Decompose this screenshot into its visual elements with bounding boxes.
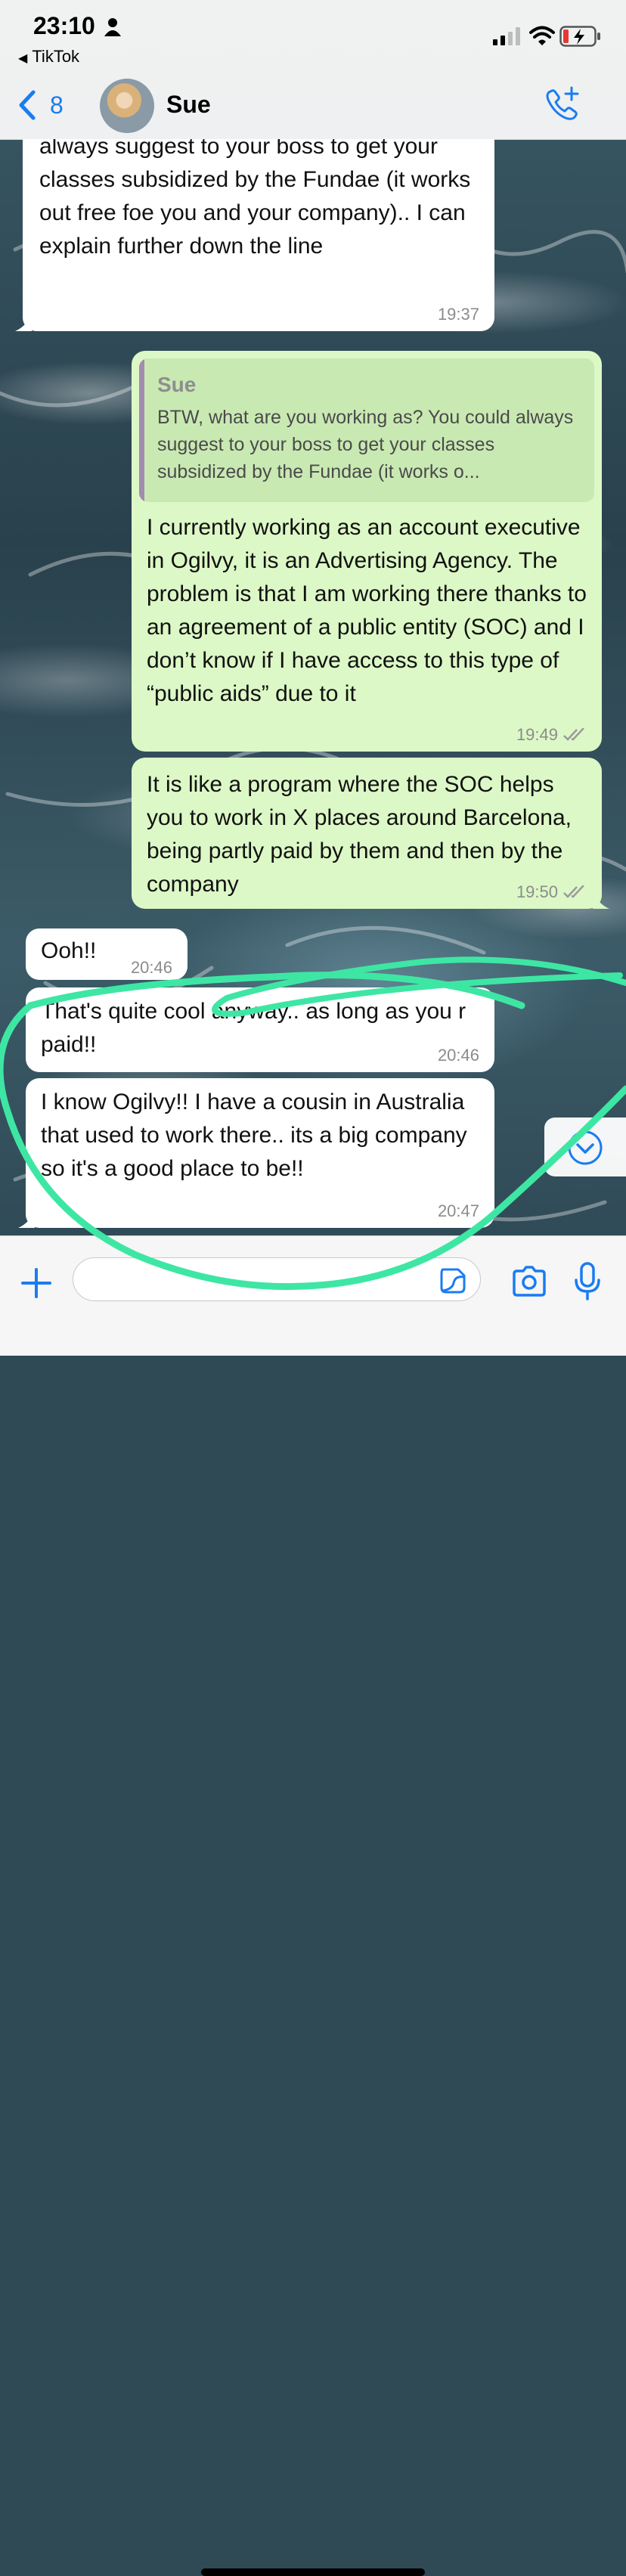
message-time: 20:46 [437,1046,479,1065]
composer-bar [0,1235,626,2576]
message-time: 20:46 [130,958,172,977]
message-time: 19:50 [516,883,587,901]
person-icon [104,18,121,36]
home-indicator [201,2568,425,2576]
chevron-left-icon [19,90,36,120]
quoted-message[interactable]: Sue BTW, what are you working as? You co… [139,358,594,502]
incoming-message[interactable]: I know Ogilvy!! I have a cousin in Austr… [18,1078,494,1228]
scroll-to-bottom-button[interactable] [544,1118,626,1176]
bubble-tail [18,1211,35,1228]
outgoing-message[interactable]: It is like a program where the SOC helps… [132,758,609,909]
incoming-message[interactable]: That's quite cool anyway.. as long as yo… [26,987,494,1072]
wifi-icon [529,26,555,45]
battery-charging-icon [559,26,600,47]
back-button[interactable]: 8 [17,89,64,121]
message-text: That's quite cool anyway.. as long as yo… [41,999,466,1057]
avatar[interactable] [100,79,154,133]
message-time: 19:49 [516,726,587,744]
back-triangle-icon: ◀ [18,52,28,65]
add-call-icon[interactable] [543,85,581,122]
quote-bar [139,358,144,502]
unread-count: 8 [50,91,64,119]
camera-icon[interactable] [511,1265,547,1298]
back-to-app-link[interactable]: ◀ TikTok [18,47,79,67]
sticker-icon[interactable] [439,1266,467,1295]
read-ticks-icon [563,885,584,898]
bubble-tail [15,315,32,331]
read-ticks-icon [563,728,584,741]
message-input[interactable] [73,1257,481,1301]
message-text: BTW, what are you working as? You could … [39,139,471,259]
signal-icon [493,27,520,45]
contact-name[interactable]: Sue [166,91,211,119]
incoming-message[interactable]: Ooh!! 20:46 [26,928,187,980]
message-text: I currently working as an account execut… [147,515,587,706]
quote-text: BTW, what are you working as? You could … [157,407,574,482]
back-app-label: TikTok [32,47,80,66]
message-time: 19:37 [437,305,479,324]
top-bar: 23:10 ◀ TikTok 8 Sue [0,0,626,140]
outgoing-message[interactable]: Sue BTW, what are you working as? You co… [132,351,602,752]
status-time: 23:10 [33,12,95,39]
quote-author: Sue [157,373,197,396]
message-text: It is like a program where the SOC helps… [147,772,572,897]
message-text: I know Ogilvy!! I have a cousin in Austr… [41,1090,467,1181]
chat-area[interactable]: BTW, what are you working as? You could … [0,139,626,1235]
incoming-message[interactable]: BTW, what are you working as? You could … [15,139,494,331]
microphone-icon[interactable] [573,1262,602,1301]
message-time: 20:47 [437,1201,479,1220]
plus-icon[interactable] [20,1266,53,1300]
bubble-tail [593,892,609,909]
chevron-down-icon [568,1130,603,1165]
